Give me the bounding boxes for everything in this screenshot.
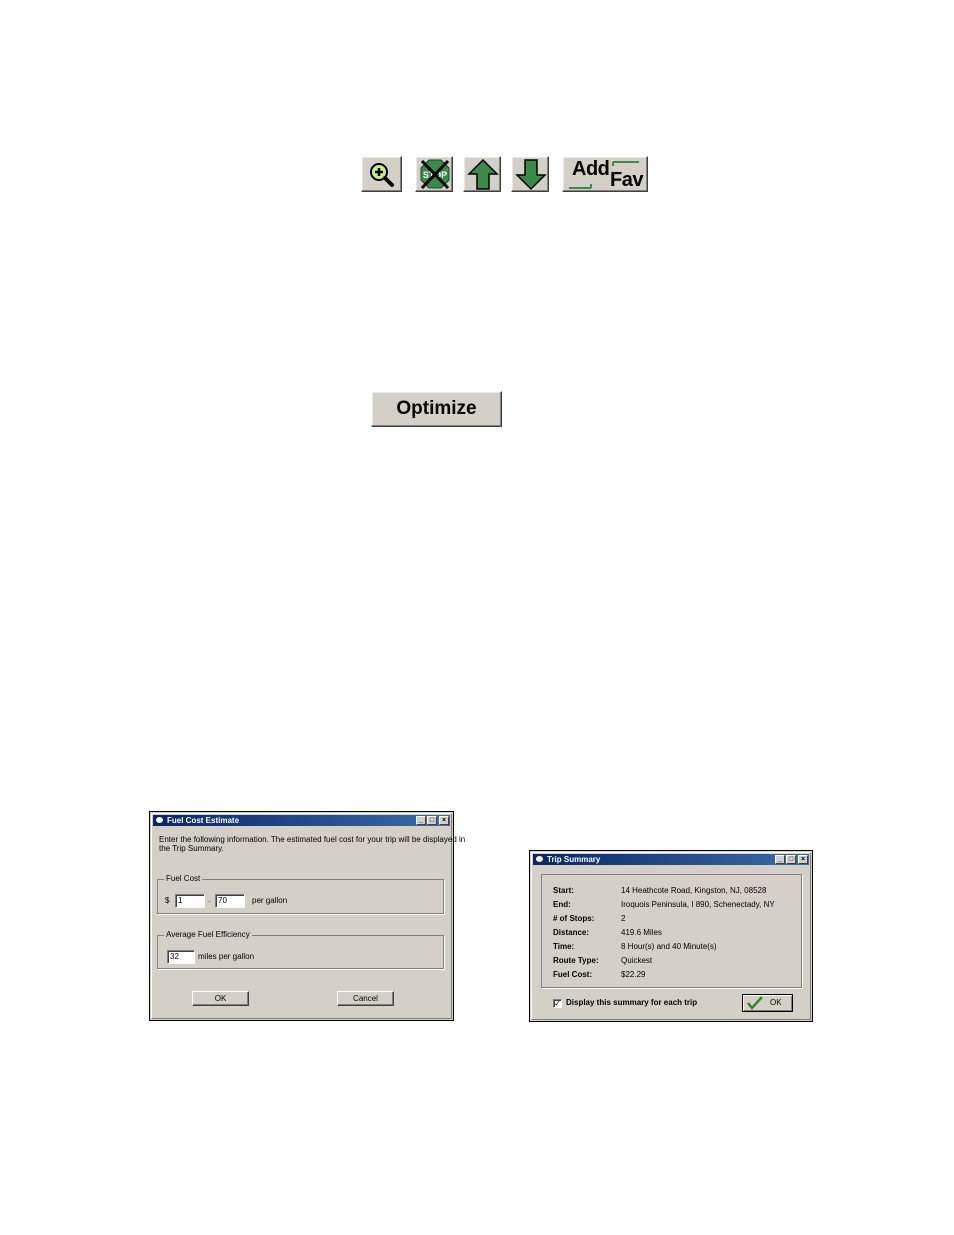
efficiency-legend: Average Fuel Efficiency [164,930,252,940]
stops-value: 2 [621,914,626,923]
maximize-button[interactable]: □ [427,816,437,825]
add-label: Add [572,158,610,180]
mpg-label: miles per gallon [198,952,255,961]
fav-label: Fav [610,169,643,191]
distance-value: 419.6 Miles [621,928,662,937]
move-up-button[interactable] [463,156,501,192]
minimize-button[interactable]: _ [775,855,785,864]
display-summary-checkbox[interactable]: ✓ [553,999,562,1008]
fuel-intro-line2: the Trip Summary. [159,844,224,853]
optimize-button[interactable]: Optimize [371,391,502,427]
close-button[interactable]: × [439,816,449,825]
arrow-down-icon [515,159,547,191]
fuel-efficiency-group: Average Fuel Efficiency 32 miles per gal… [157,930,444,969]
time-value: 8 Hour(s) and 40 Minute(s) [621,942,717,951]
zoom-in-button[interactable] [361,156,402,192]
distance-label: Distance: [553,928,590,937]
decimal-separator: . [208,895,211,904]
summary-ok-label: OK [770,998,782,1007]
delete-stop-button[interactable]: STOP [415,156,453,192]
summary-ok-button[interactable]: OK [742,994,793,1012]
fuel-cost-legend: Fuel Cost [164,874,203,884]
per-gallon-label: per gallon [252,896,288,905]
start-label: Start: [553,886,574,895]
stops-label: # of Stops: [553,914,595,923]
route-type-label: Route Type: [553,956,599,965]
ok-button[interactable]: OK [192,991,249,1006]
fuel-dialog-title: Fuel Cost Estimate [167,816,240,825]
route-type-value: Quickest [621,956,653,965]
end-value: Iroquois Peninsula, I 890, Schenectady, … [621,900,775,909]
app-icon [155,816,164,824]
dollars-input[interactable]: 1 [175,894,205,908]
move-down-button[interactable] [511,156,549,192]
start-value: 14 Heathcote Road, Kingston, NJ, 08528 [621,886,767,895]
maximize-button[interactable]: □ [786,855,796,864]
magnifier-plus-icon [370,163,394,187]
close-button[interactable]: × [798,855,808,864]
display-summary-label: Display this summary for each trip [566,998,698,1007]
mpg-input[interactable]: 32 [167,950,195,964]
app-icon [535,855,544,863]
arrow-up-icon [467,158,499,190]
fuel-cost-dialog: Fuel Cost Estimate _ □ × Enter the follo… [149,811,465,1021]
time-label: Time: [553,942,575,951]
fuel-cost-group: Fuel Cost $ 1 . 70 per gallon [157,874,444,914]
minimize-button[interactable]: _ [416,816,426,825]
cancel-button[interactable]: Cancel [337,991,394,1006]
fuel-cost-value: $22.29 [621,970,646,979]
checkmark-icon [747,996,763,1010]
summary-panel: Start: 14 Heathcote Road, Kingston, NJ, … [541,874,802,988]
fuel-cost-label: Fuel Cost: [553,970,593,979]
cents-input[interactable]: 70 [215,894,245,908]
end-label: End: [553,900,571,909]
trip-summary-dialog: Trip Summary _ □ × Start: 14 Heathcote R… [529,850,813,1022]
add-favorite-button[interactable]: Add Fav [562,156,648,192]
trip-summary-titlebar: Trip Summary _ □ × [533,854,809,865]
currency-symbol: $ [165,896,170,905]
fuel-dialog-titlebar: Fuel Cost Estimate _ □ × [153,815,450,826]
trip-summary-title: Trip Summary [547,855,601,864]
stop-sign-crossed-icon: STOP [420,159,450,190]
